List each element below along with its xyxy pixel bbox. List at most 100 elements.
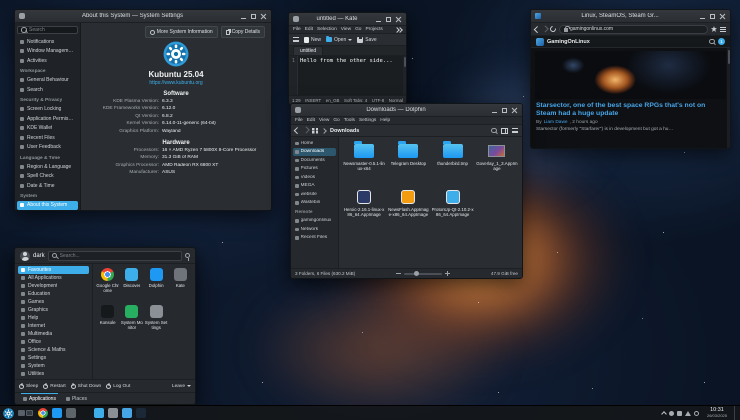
browser-titlebar[interactable]: Linux, SteamOS, Steam Gr...: [531, 10, 730, 23]
category-item[interactable]: Office: [18, 338, 89, 346]
menu-item[interactable]: Go: [355, 27, 361, 32]
minimize-icon[interactable]: [699, 13, 706, 20]
menu-item[interactable]: Go: [333, 118, 339, 123]
digital-clock[interactable]: 10:31 26/03/2025: [705, 408, 729, 419]
maximize-icon[interactable]: [385, 16, 392, 23]
launcher-tab[interactable]: Places: [64, 393, 89, 404]
maximize-icon[interactable]: [709, 13, 716, 20]
back-icon[interactable]: [534, 26, 540, 32]
file-item[interactable]: Newsmaster-0.5.1-linux-x64: [343, 142, 385, 171]
distro-link[interactable]: https://www.kubuntu.org: [149, 80, 202, 86]
task-icon[interactable]: [51, 408, 62, 419]
sidebar-toggle-icon[interactable]: [293, 37, 299, 42]
save-button[interactable]: Save: [357, 37, 376, 43]
task-icon[interactable]: [135, 408, 146, 419]
settings-sidebar-item[interactable]: User Feedback: [17, 143, 78, 153]
launcher-search-box[interactable]: [48, 251, 182, 261]
status-segment[interactable]: Normal: [389, 98, 403, 103]
places-item[interactable]: website: [293, 190, 336, 199]
user-avatar[interactable]: [20, 251, 30, 261]
menu-item[interactable]: File: [295, 118, 303, 123]
notification-badge[interactable]: 1: [718, 38, 725, 45]
category-item[interactable]: Games: [18, 298, 89, 306]
network-icon[interactable]: [685, 411, 691, 416]
task-icon[interactable]: [107, 408, 118, 419]
settings-sidebar-item[interactable]: Activities: [17, 56, 78, 66]
reload-icon[interactable]: [549, 25, 557, 33]
close-icon[interactable]: [511, 107, 518, 114]
category-item[interactable]: System: [18, 362, 89, 370]
dolphin-menu-icon[interactable]: [512, 128, 518, 133]
tray-expand-icon[interactable]: [661, 411, 667, 417]
places-item[interactable]: Recent Files: [293, 234, 336, 243]
places-item[interactable]: Downloads: [293, 148, 336, 157]
task-icon[interactable]: [93, 408, 104, 419]
maximize-icon[interactable]: [250, 13, 257, 20]
desktop-1-thumbnail[interactable]: [18, 410, 25, 416]
minimize-icon[interactable]: [491, 107, 498, 114]
menu-item[interactable]: Tools: [344, 118, 355, 123]
url-bar[interactable]: [559, 25, 708, 34]
split-view-icon[interactable]: [501, 128, 508, 134]
settings-sidebar-item[interactable]: KDE Wallet: [17, 124, 78, 134]
kate-titlebar[interactable]: untitled — Kate: [289, 13, 406, 26]
settings-sidebar-item[interactable]: General Behaviour: [17, 76, 78, 86]
launcher-tab[interactable]: Applications: [21, 393, 58, 404]
open-button[interactable]: Open: [326, 37, 352, 43]
category-item[interactable]: Multimedia: [18, 330, 89, 338]
category-item[interactable]: Utilities: [18, 370, 89, 378]
settings-sidebar-item[interactable]: Window Management: [17, 47, 78, 57]
breadcrumb[interactable]: Downloads: [330, 128, 359, 134]
settings-titlebar[interactable]: About this System — System Settings: [15, 10, 271, 23]
settings-sidebar-item[interactable]: Screen Locking: [17, 105, 78, 115]
app-item[interactable]: System Monitor: [120, 305, 143, 330]
settings-sidebar-item[interactable]: Application Permissions: [17, 114, 78, 124]
places-item[interactable]: Pictures: [293, 165, 336, 174]
app-item[interactable]: Discover: [120, 268, 143, 288]
places-item[interactable]: MEGA: [293, 182, 336, 191]
volume-icon[interactable]: [669, 411, 674, 416]
places-item[interactable]: Network: [293, 225, 336, 234]
close-icon[interactable]: [719, 13, 726, 20]
task-icon[interactable]: [37, 408, 48, 419]
app-item[interactable]: Konsole: [96, 305, 119, 325]
menu-item[interactable]: View: [341, 27, 351, 32]
article-image[interactable]: [535, 51, 726, 99]
browser-tab-title[interactable]: Linux, SteamOS, Steam Gr...: [544, 13, 696, 19]
settings-sidebar-item[interactable]: Spell Check: [17, 172, 78, 182]
site-logo[interactable]: [536, 38, 544, 46]
settings-sidebar-item[interactable]: Region & Language: [17, 162, 78, 172]
menu-item[interactable]: Projects: [365, 27, 382, 32]
file-item[interactable]: Telegram Desktop: [387, 142, 429, 166]
forward-icon[interactable]: [303, 127, 309, 133]
app-item[interactable]: Google Chrome: [96, 268, 119, 293]
minimize-icon[interactable]: [240, 13, 247, 20]
menu-item[interactable]: Help: [380, 118, 390, 123]
url-input[interactable]: [570, 26, 703, 32]
app-item[interactable]: Kate: [169, 268, 192, 288]
category-item[interactable]: Science & Maths: [18, 346, 89, 354]
new-document-button[interactable]: New: [304, 37, 321, 43]
file-item[interactable]: NewsFlash.AppImage-x86_64.AppImage: [387, 188, 429, 217]
zoom-out-icon[interactable]: [396, 271, 401, 276]
category-item[interactable]: Favourites: [18, 266, 89, 274]
menu-overflow-icon[interactable]: [395, 27, 402, 32]
launcher-search-input[interactable]: [60, 253, 178, 259]
menu-item[interactable]: Selection: [317, 27, 337, 32]
places-item[interactable]: Home: [293, 139, 336, 148]
article-headline[interactable]: Starsector, one of the best space RPGs t…: [531, 101, 730, 119]
settings-sidebar-item[interactable]: Date & Time: [17, 181, 78, 191]
forward-icon[interactable]: [542, 26, 548, 32]
category-item[interactable]: Help: [18, 314, 89, 322]
dolphin-titlebar[interactable]: Downloads — Dolphin: [291, 104, 522, 117]
copy-details-button[interactable]: Copy Details: [221, 26, 265, 38]
category-item[interactable]: Internet: [18, 322, 89, 330]
file-item[interactable]: ProtonUp-Qt-2.10.2-x86_64.AppImage: [432, 188, 474, 217]
view-mode-icon[interactable]: [312, 128, 318, 134]
file-item[interactable]: Heroic-2.16.1-linux-x86_64.AppImage: [343, 188, 385, 217]
browser-menu-icon[interactable]: [720, 27, 726, 32]
menu-item[interactable]: File: [293, 27, 301, 32]
editor-scrollbar[interactable]: [403, 56, 406, 95]
settings-search-box[interactable]: [17, 26, 78, 34]
app-launcher-button[interactable]: [3, 408, 14, 419]
